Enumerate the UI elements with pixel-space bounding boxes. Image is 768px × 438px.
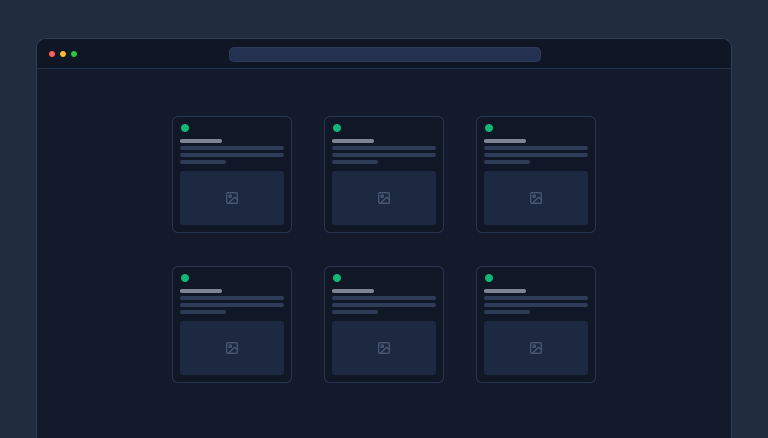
url-bar[interactable] [229, 47, 541, 62]
window-titlebar [37, 39, 731, 69]
skeleton-text-line [332, 296, 436, 300]
image-placeholder [332, 321, 436, 375]
skeleton-title-line [484, 289, 526, 293]
skeleton-text-line-short [484, 160, 530, 164]
skeleton-text-line [484, 296, 588, 300]
card[interactable] [476, 266, 596, 383]
browser-window [36, 38, 732, 438]
skeleton-text-line [180, 146, 284, 150]
skeleton-text-line [332, 153, 436, 157]
image-icon [225, 341, 239, 355]
skeleton-text-line-short [484, 310, 530, 314]
card[interactable] [172, 266, 292, 383]
skeleton-text-line [484, 146, 588, 150]
skeleton-text-line [332, 303, 436, 307]
skeleton-title-line [332, 289, 374, 293]
close-button[interactable] [49, 51, 55, 57]
skeleton-text-line [180, 153, 284, 157]
cards-grid [172, 116, 596, 383]
skeleton-text-line [484, 153, 588, 157]
skeleton-text-line-short [332, 310, 378, 314]
image-icon [225, 191, 239, 205]
image-placeholder [332, 171, 436, 225]
status-dot [333, 124, 341, 132]
image-icon [377, 341, 391, 355]
status-dot [485, 274, 493, 282]
card[interactable] [172, 116, 292, 233]
image-icon [529, 341, 543, 355]
window-content [37, 116, 731, 438]
card[interactable] [324, 116, 444, 233]
skeleton-text-line-short [180, 160, 226, 164]
card[interactable] [476, 116, 596, 233]
status-dot [485, 124, 493, 132]
status-dot [333, 274, 341, 282]
skeleton-title-line [180, 139, 222, 143]
skeleton-text-line [180, 296, 284, 300]
skeleton-title-line [180, 289, 222, 293]
image-placeholder [484, 321, 588, 375]
zoom-button[interactable] [71, 51, 77, 57]
card[interactable] [324, 266, 444, 383]
image-icon [529, 191, 543, 205]
skeleton-text-line [180, 303, 284, 307]
skeleton-title-line [484, 139, 526, 143]
image-placeholder [180, 171, 284, 225]
image-placeholder [484, 171, 588, 225]
skeleton-text-line [332, 146, 436, 150]
skeleton-title-line [332, 139, 374, 143]
status-dot [181, 124, 189, 132]
image-icon [377, 191, 391, 205]
skeleton-text-line-short [332, 160, 378, 164]
skeleton-text-line-short [180, 310, 226, 314]
skeleton-text-line [484, 303, 588, 307]
image-placeholder [180, 321, 284, 375]
status-dot [181, 274, 189, 282]
minimize-button[interactable] [60, 51, 66, 57]
traffic-lights [49, 39, 77, 68]
